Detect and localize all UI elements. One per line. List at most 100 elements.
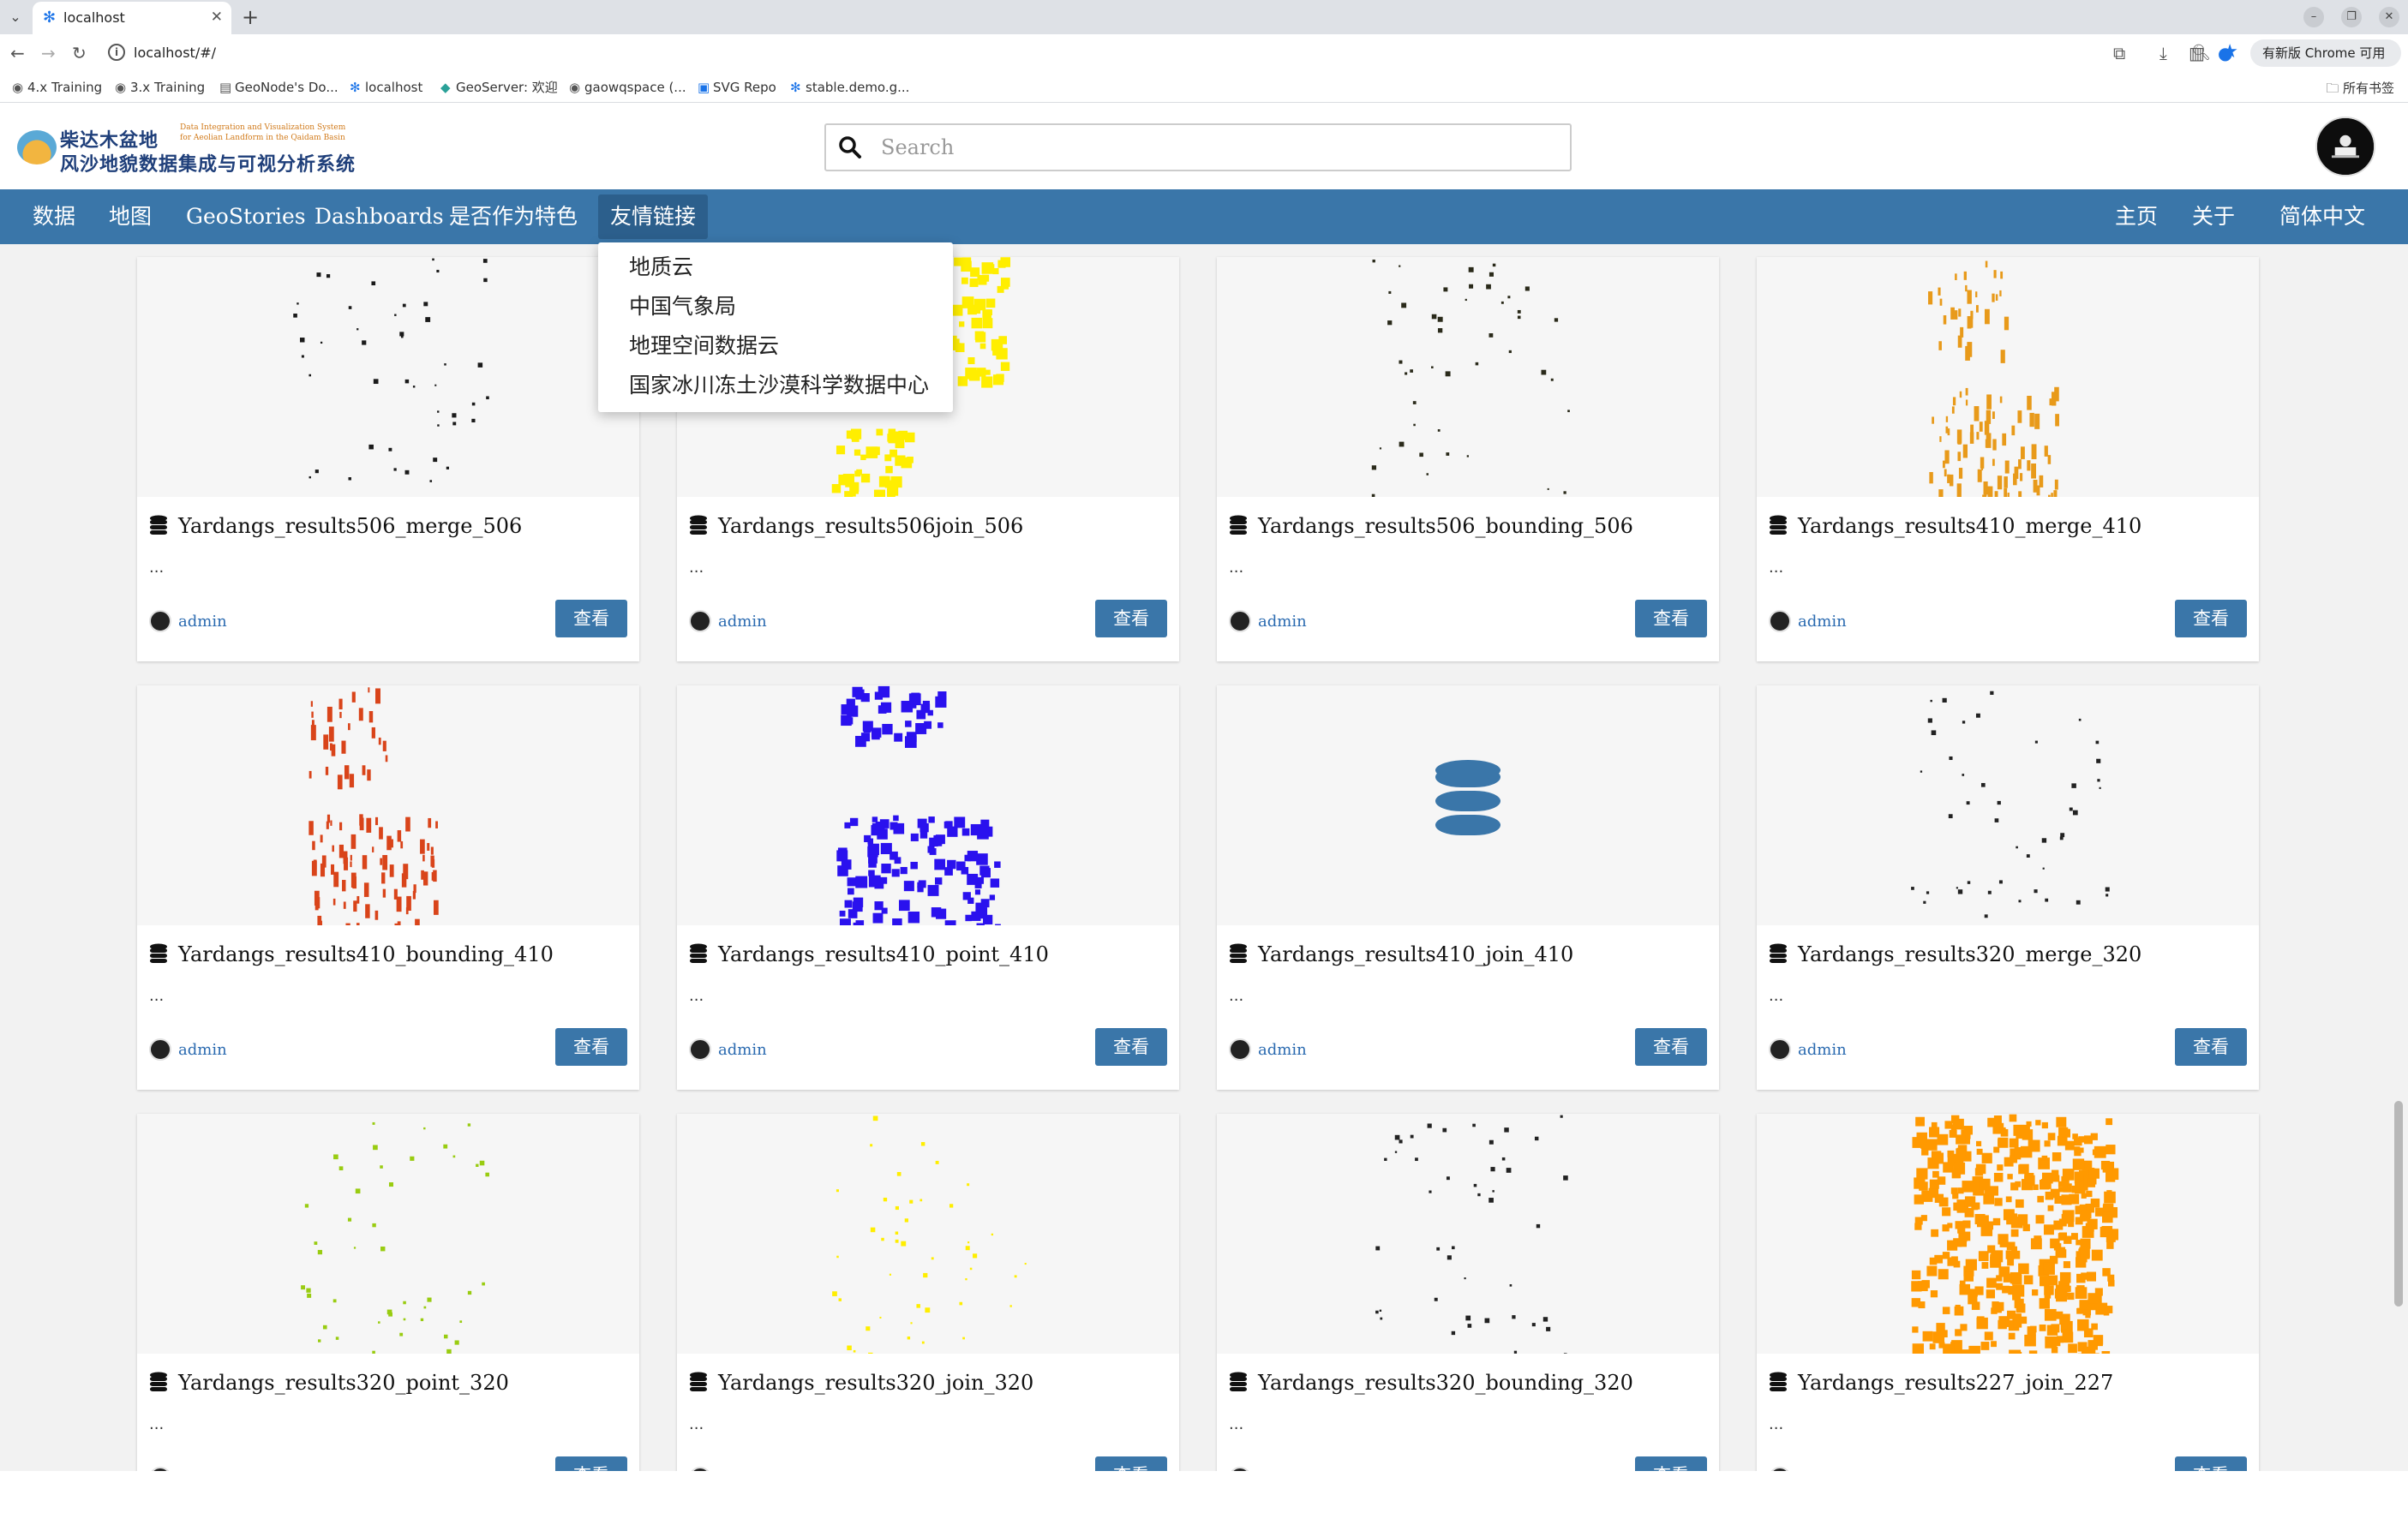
card-thumbnail[interactable]	[1217, 1114, 1719, 1354]
site-info-icon[interactable]: i	[108, 44, 125, 61]
nav-item-links[interactable]: 友情链接	[598, 194, 709, 239]
card-thumbnail[interactable]	[137, 685, 639, 925]
card-owner[interactable]: admin	[689, 610, 767, 632]
reload-icon[interactable]: ↻	[72, 43, 87, 63]
card-thumbnail[interactable]	[137, 1114, 639, 1354]
card-thumbnail[interactable]	[1217, 685, 1719, 925]
thumb-feature	[446, 1349, 452, 1354]
side-panel-icon[interactable]: ▥	[2189, 43, 2205, 63]
bookmark-item[interactable]: ▤ GeoNode's Do...	[219, 79, 338, 96]
bookmark-item[interactable]: ▣ SVG Repo	[698, 79, 776, 96]
view-button[interactable]: 查看	[2175, 600, 2247, 637]
resource-card[interactable]: Yardangs_results227_join_227... 查看	[1757, 1114, 2259, 1471]
card-title[interactable]: Yardangs_results506_bounding_506	[1229, 514, 1633, 538]
dropdown-item-ncdc[interactable]: 国家冰川冻土沙漠科学数据中心	[629, 373, 929, 398]
dropdown-item-gscloud[interactable]: 地理空间数据云	[629, 333, 779, 359]
nav-item-home[interactable]: 主页	[2115, 189, 2158, 244]
card-title[interactable]: Yardangs_results320_point_320	[149, 1371, 509, 1395]
view-button[interactable]: 查看	[1635, 600, 1707, 637]
card-owner[interactable]: admin	[1229, 1038, 1307, 1061]
bookmark-item[interactable]: ✻ stable.demo.g...	[790, 79, 909, 96]
dropdown-item-geocloud[interactable]: 地质云	[629, 254, 693, 280]
view-button[interactable]: 查看	[1095, 600, 1167, 637]
resource-card[interactable]: Yardangs_results320_join_320... 查看	[677, 1114, 1179, 1471]
browser-tab[interactable]: ✻ localhost ✕	[33, 2, 231, 34]
nav-item-dashboards[interactable]: Dashboards	[314, 189, 444, 244]
resource-card[interactable]: Yardangs_results506_merge_506... admin 查看	[137, 257, 639, 661]
site-logo[interactable]: 柴达木盆地 风沙地貌数据集成与可视分析系统 Data Integration a…	[17, 120, 368, 176]
card-thumbnail[interactable]	[1757, 257, 2259, 497]
view-button[interactable]: 查看	[1635, 1456, 1707, 1471]
new-tab-icon[interactable]: +	[242, 5, 259, 29]
card-title[interactable]: Yardangs_results506join_506	[689, 514, 1023, 538]
close-window-icon[interactable]: ✕	[2379, 7, 2399, 27]
view-button[interactable]: 查看	[1095, 1456, 1167, 1471]
card-owner[interactable]: admin	[1769, 610, 1847, 632]
profile-icon[interactable]: ●	[2218, 43, 2232, 63]
forward-icon[interactable]: →	[41, 43, 56, 63]
tab-list-dropdown-icon[interactable]: ⌄	[5, 7, 26, 27]
user-avatar[interactable]	[2315, 117, 2375, 176]
nav-item-featured[interactable]: 是否作为特色	[449, 189, 578, 244]
card-title[interactable]: Yardangs_results320_join_320	[689, 1371, 1033, 1395]
bookmark-item[interactable]: ◆ GeoServer: 欢迎	[440, 79, 558, 96]
card-owner[interactable]: admin	[1229, 610, 1307, 632]
card-thumbnail[interactable]	[677, 1114, 1179, 1354]
resource-card[interactable]: Yardangs_results410_merge_410... admin 查看	[1757, 257, 2259, 661]
card-owner[interactable]: admin	[1769, 1038, 1847, 1061]
view-button[interactable]: 查看	[555, 1456, 627, 1471]
card-title[interactable]: Yardangs_results410_merge_410	[1769, 514, 2141, 538]
nav-item-geostories[interactable]: GeoStories	[186, 189, 306, 244]
view-button[interactable]: 查看	[2175, 1028, 2247, 1066]
card-title[interactable]: Yardangs_results227_join_227	[1769, 1371, 2113, 1395]
search-input[interactable]	[881, 134, 1549, 161]
bookmark-item[interactable]: ◉ 3.x Training	[115, 79, 205, 96]
bookmark-item[interactable]: ✻ localhost	[350, 79, 422, 96]
card-title[interactable]: Yardangs_results320_bounding_320	[1229, 1371, 1633, 1395]
address-bar[interactable]: i localhost/#/ 🔍︎ ★	[103, 38, 2245, 69]
view-button[interactable]: 查看	[555, 1028, 627, 1066]
nav-item-data[interactable]: 数据	[33, 189, 75, 244]
extensions-icon[interactable]: ⧉	[2113, 43, 2125, 63]
nav-item-about[interactable]: 关于	[2192, 189, 2235, 244]
card-title[interactable]: Yardangs_results410_join_410	[1229, 942, 1573, 966]
card-owner[interactable]: admin	[149, 610, 227, 632]
view-button[interactable]: 查看	[2175, 1456, 2247, 1471]
restore-icon[interactable]: ❐	[2341, 7, 2362, 27]
card-title[interactable]: Yardangs_results410_point_410	[689, 942, 1049, 966]
bookmark-item[interactable]: ◉ gaowqspace (...	[569, 79, 686, 96]
minimize-icon[interactable]: –	[2303, 7, 2324, 27]
resource-card[interactable]: Yardangs_results506_bounding_506... admin…	[1217, 257, 1719, 661]
resource-card[interactable]: Yardangs_results410_point_410... admin 查看	[677, 685, 1179, 1090]
view-button[interactable]: 查看	[1095, 1028, 1167, 1066]
language-selector[interactable]: 简体中文	[2279, 189, 2365, 244]
folder-icon: 🗀︎	[2326, 81, 2339, 96]
bookmark-item[interactable]: ◉ 4.x Training	[12, 79, 102, 96]
nav-item-maps[interactable]: 地图	[109, 189, 152, 244]
scrollbar-thumb[interactable]	[2394, 1101, 2403, 1307]
card-thumbnail[interactable]	[677, 685, 1179, 925]
resource-card[interactable]: Yardangs_results320_merge_320... admin 查看	[1757, 685, 2259, 1090]
view-button[interactable]: 查看	[555, 600, 627, 637]
card-thumbnail[interactable]	[1757, 1114, 2259, 1354]
dropdown-item-cma[interactable]: 中国气象局	[629, 294, 736, 320]
card-title[interactable]: Yardangs_results506_merge_506	[149, 514, 522, 538]
resource-card[interactable]: Yardangs_results320_bounding_320... 查看	[1217, 1114, 1719, 1471]
all-bookmarks-button[interactable]: 🗀︎ 所有书签	[2326, 79, 2394, 101]
card-title[interactable]: Yardangs_results320_merge_320	[1769, 942, 2141, 966]
card-thumbnail[interactable]	[1217, 257, 1719, 497]
card-thumbnail[interactable]	[1757, 685, 2259, 925]
close-icon[interactable]: ✕	[211, 9, 223, 26]
resource-card[interactable]: Yardangs_results410_bounding_410... admin…	[137, 685, 639, 1090]
download-icon[interactable]: ⤓	[2159, 43, 2167, 63]
card-owner[interactable]: admin	[689, 1038, 767, 1061]
back-icon[interactable]: ←	[10, 43, 25, 63]
search-icon[interactable]	[838, 135, 862, 159]
card-title[interactable]: Yardangs_results410_bounding_410	[149, 942, 554, 966]
view-button[interactable]: 查看	[1635, 1028, 1707, 1066]
chrome-update-button[interactable]: 有新版 Chrome 可用 ⋮	[2250, 39, 2401, 88]
card-owner[interactable]: admin	[149, 1038, 227, 1061]
resource-card[interactable]: Yardangs_results320_point_320... 查看	[137, 1114, 639, 1471]
card-thumbnail[interactable]	[137, 257, 639, 497]
resource-card[interactable]: Yardangs_results410_join_410... admin 查看	[1217, 685, 1719, 1090]
